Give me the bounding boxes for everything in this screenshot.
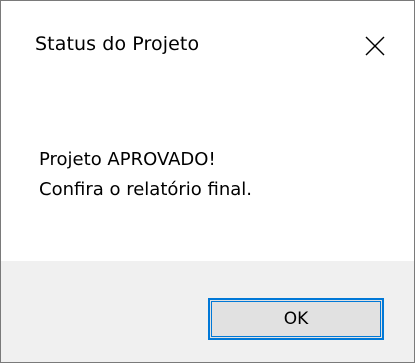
dialog-message: Projeto APROVADO! Confira o relatório fi… xyxy=(39,145,252,205)
message-dialog: Status do Projeto Projeto APROVADO! Conf… xyxy=(0,0,415,363)
close-icon xyxy=(365,36,385,56)
message-line-2: Confira o relatório final. xyxy=(39,179,253,200)
close-button[interactable] xyxy=(351,21,399,71)
dialog-footer: OK xyxy=(1,261,414,362)
dialog-title: Status do Projeto xyxy=(35,33,200,55)
dialog-content: Projeto APROVADO! Confira o relatório fi… xyxy=(1,93,414,261)
message-line-1: Projeto APROVADO! xyxy=(39,149,216,170)
dialog-titlebar[interactable]: Status do Projeto xyxy=(1,1,414,93)
ok-button[interactable]: OK xyxy=(208,298,384,340)
